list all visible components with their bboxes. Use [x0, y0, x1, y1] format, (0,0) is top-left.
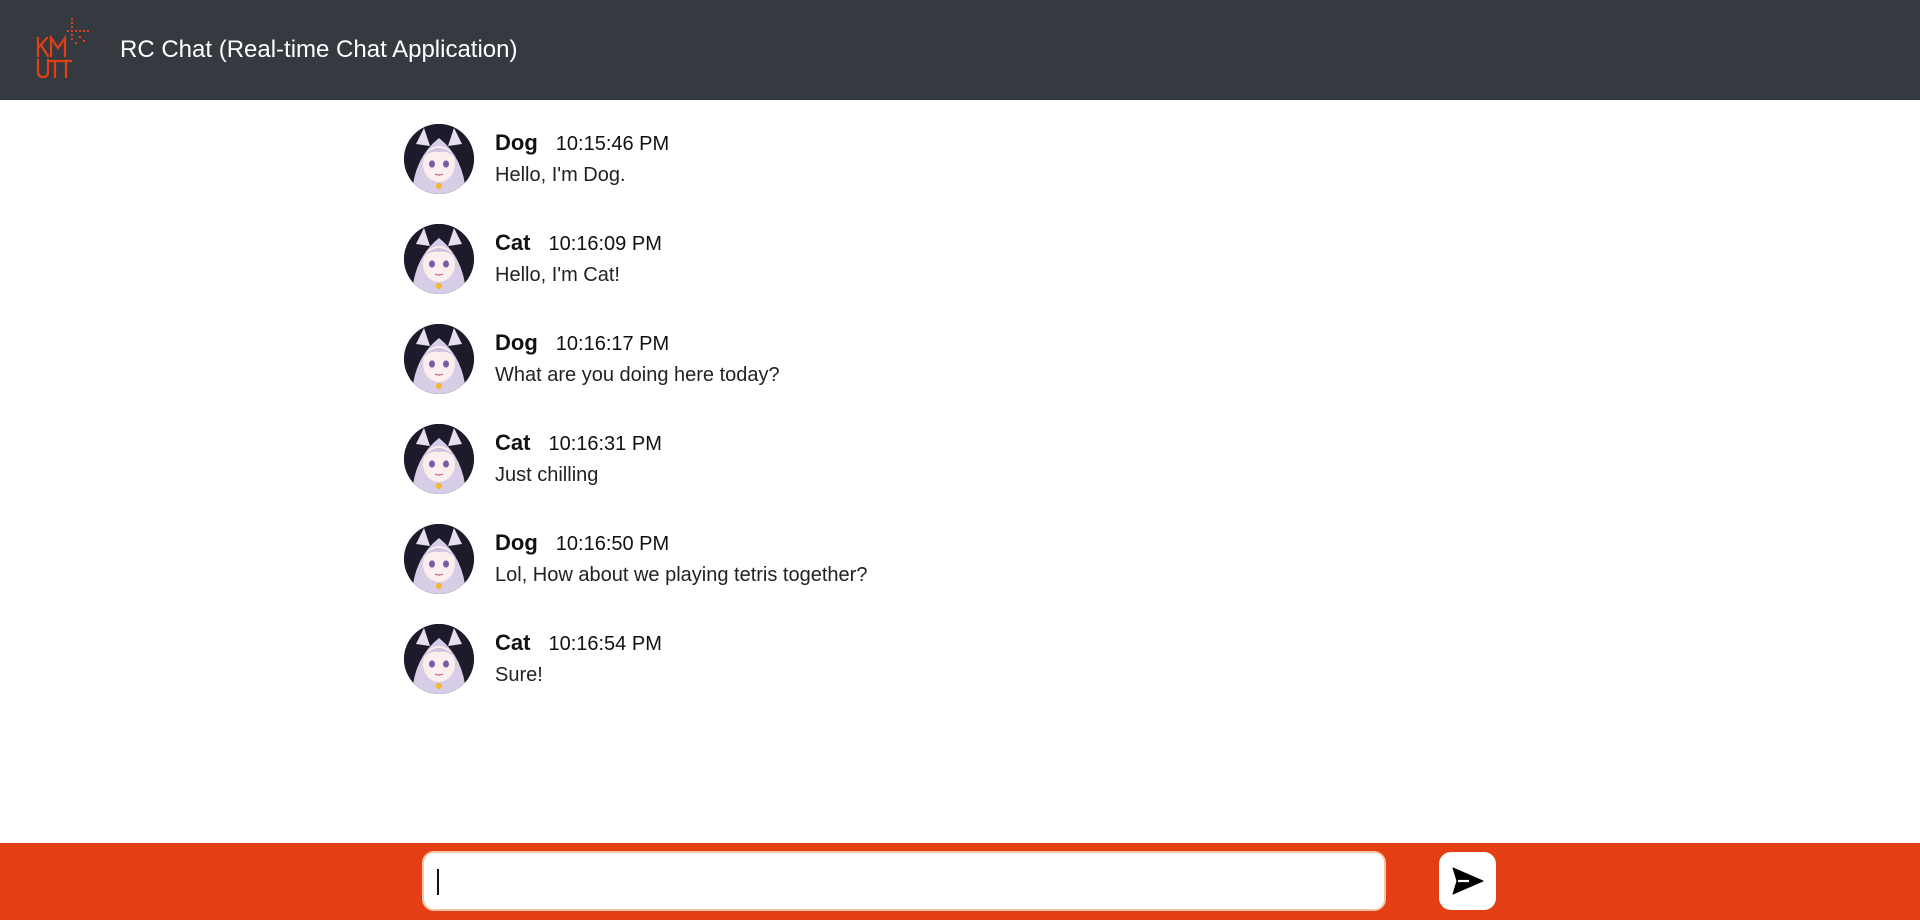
- message-time: 10:16:54 PM: [548, 633, 662, 655]
- message-list: Dog 10:15:46 PM Hello, I'm Dog. Cat 10:16:…: [404, 124, 1404, 724]
- message-time: 10:16:09 PM: [548, 233, 662, 255]
- avatar: [404, 324, 474, 394]
- avatar: [404, 124, 474, 194]
- message-header: Dog 10:16:50 PM: [495, 530, 669, 556]
- message-text: Just chilling: [495, 464, 599, 486]
- avatar: [404, 624, 474, 694]
- sender-name: Dog: [495, 530, 538, 555]
- sender-name: Cat: [495, 230, 531, 255]
- app-header: RC Chat (Real-time Chat Application): [0, 0, 1920, 100]
- message-input-wrapper[interactable]: [422, 851, 1386, 911]
- message-header: Cat 10:16:09 PM: [495, 230, 662, 256]
- message-header: Dog 10:15:46 PM: [495, 130, 669, 156]
- message-item: Cat 10:16:09 PM Hello, I'm Cat!: [404, 224, 1404, 324]
- message-header: Cat 10:16:31 PM: [495, 430, 662, 456]
- text-caret: [437, 869, 439, 895]
- message-text: Hello, I'm Cat!: [495, 264, 620, 286]
- message-item: Dog 10:15:46 PM Hello, I'm Dog.: [404, 124, 1404, 224]
- app-title: RC Chat (Real-time Chat Application): [120, 36, 518, 63]
- message-text: What are you doing here today?: [495, 364, 780, 386]
- message-time: 10:16:17 PM: [555, 333, 670, 355]
- message-text: Lol, How about we playing tetris togethe…: [495, 564, 868, 586]
- message-item: Cat 10:16:31 PM Just chilling: [404, 424, 1404, 524]
- sender-name: Dog: [495, 330, 538, 355]
- avatar: [404, 524, 474, 594]
- avatar: [404, 224, 474, 294]
- message-header: Dog 10:16:17 PM: [495, 330, 669, 356]
- message-item: Cat 10:16:54 PM Sure!: [404, 624, 1404, 724]
- message-item: Dog 10:16:50 PM Lol, How about we playing…: [404, 524, 1404, 624]
- message-text: Hello, I'm Dog.: [495, 164, 626, 186]
- sender-name: Cat: [495, 430, 531, 455]
- message-item: Dog 10:16:17 PM What are you doing here t…: [404, 324, 1404, 424]
- message-header: Cat 10:16:54 PM: [495, 630, 662, 656]
- composer-bar: [0, 843, 1920, 920]
- sender-name: Dog: [495, 130, 538, 155]
- message-time: 10:16:50 PM: [555, 533, 670, 555]
- message-time: 10:15:46 PM: [555, 133, 670, 155]
- message-time: 10:16:31 PM: [548, 433, 662, 455]
- send-icon: [1452, 867, 1483, 895]
- message-text: Sure!: [495, 664, 543, 686]
- kmutt-logo: [36, 18, 89, 78]
- avatar: [404, 424, 474, 494]
- sender-name: Cat: [495, 630, 531, 655]
- send-button[interactable]: [1439, 852, 1496, 910]
- message-input[interactable]: [424, 853, 1384, 909]
